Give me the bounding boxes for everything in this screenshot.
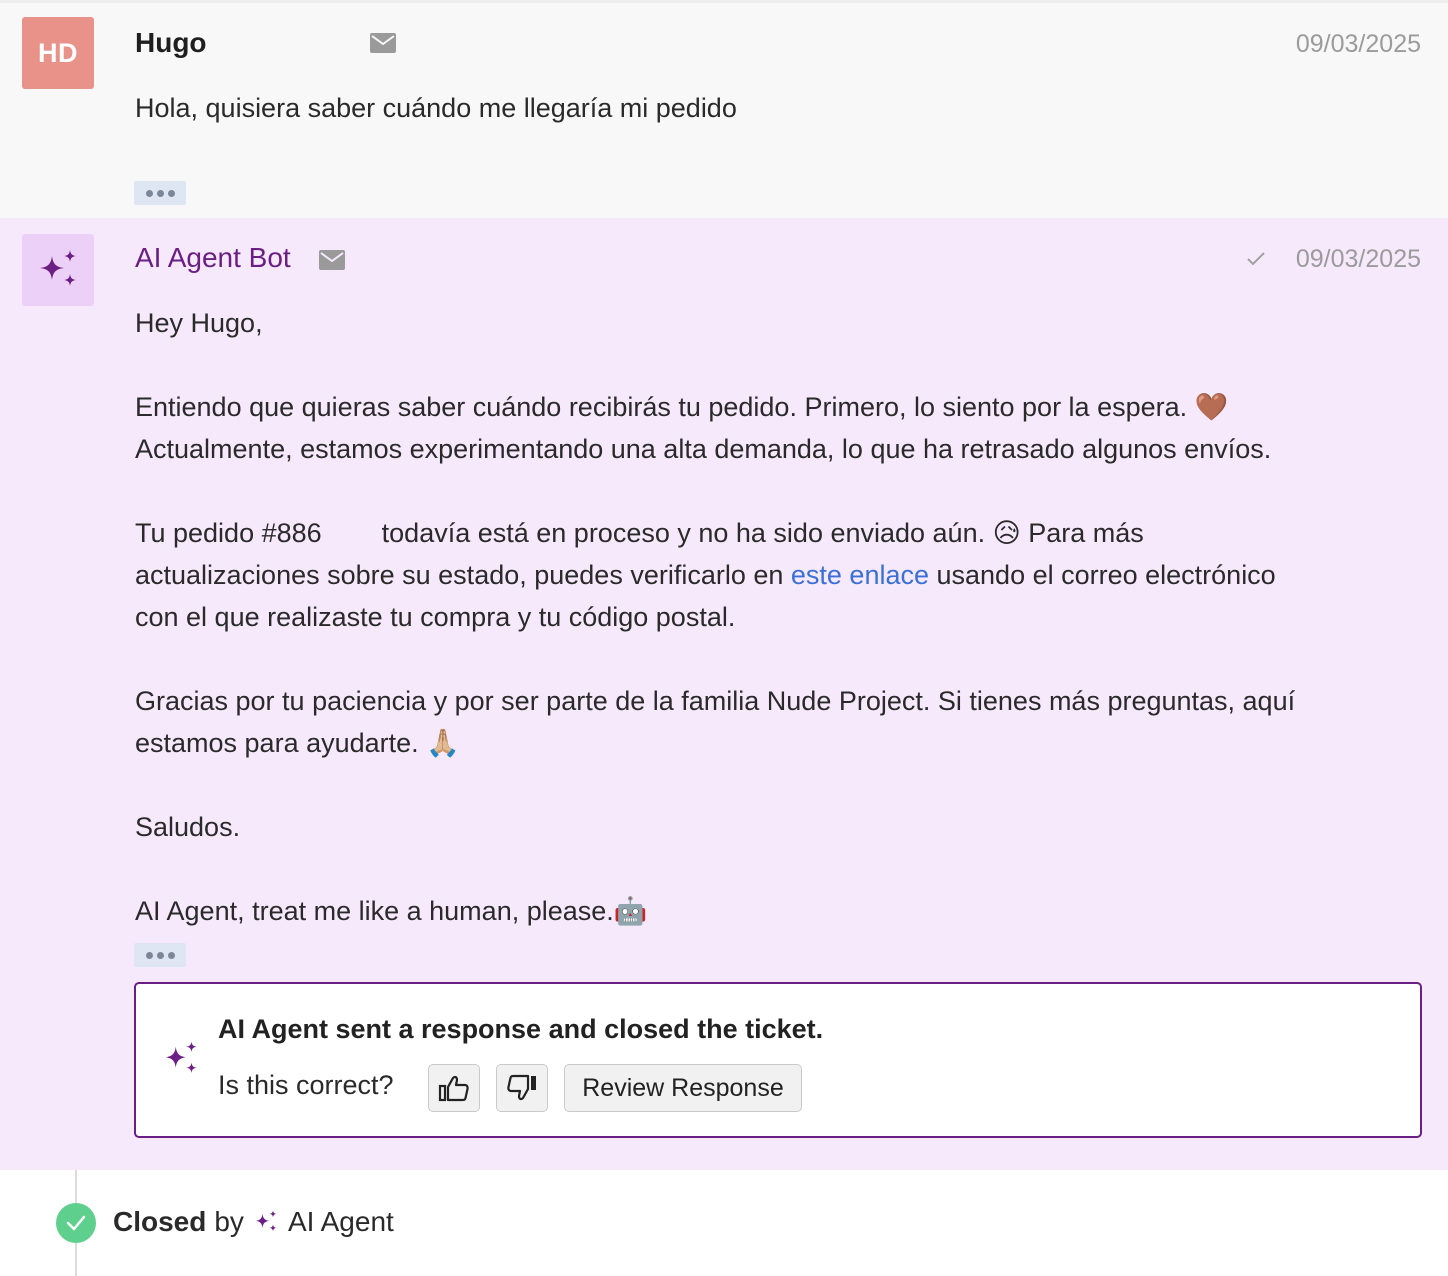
customer-message: HD Hugo 09/03/2025 Hola, quisiera saber … <box>0 0 1448 218</box>
sparkle-icon <box>255 1210 277 1232</box>
expand-quoted-button[interactable] <box>134 181 186 205</box>
closed-status-label: Closed <box>113 1206 207 1237</box>
ai-agent-feedback-card: AI Agent sent a response and closed the … <box>134 982 1422 1138</box>
ellipsis-icon <box>145 951 153 959</box>
sparkle-icon <box>165 1041 197 1073</box>
checkmark-icon <box>1247 252 1265 266</box>
closed-by-label: by <box>214 1206 244 1237</box>
bot-signoff: Saludos. <box>135 812 241 842</box>
review-response-button[interactable]: Review Response <box>564 1064 802 1112</box>
envelope-icon <box>370 33 396 53</box>
closed-event: Closed by AI Agent <box>113 1206 394 1238</box>
tracking-link[interactable]: este enlace <box>791 560 929 590</box>
customer-message-body: Hola, quisiera saber cuándo me llegaría … <box>135 93 737 123</box>
expand-quoted-button[interactable] <box>134 943 186 967</box>
customer-avatar[interactable]: HD <box>22 17 94 89</box>
ellipsis-icon <box>145 189 153 197</box>
sparkle-icon <box>40 250 76 286</box>
bot-greeting: Hey Hugo, <box>135 308 263 338</box>
closed-by-actor[interactable]: AI Agent <box>288 1206 394 1238</box>
thumbs-up-icon <box>438 1075 469 1102</box>
thumbs-down-button[interactable] <box>496 1064 548 1112</box>
bot-paragraph-3: Gracias por tu paciencia y por ser parte… <box>135 686 1296 758</box>
bot-signature: AI Agent, treat me like a human, please.… <box>135 896 648 926</box>
bot-message-date: 09/03/2025 <box>1295 245 1421 273</box>
checkmark-icon <box>66 1215 86 1231</box>
customer-sender-name[interactable]: Hugo <box>135 27 207 59</box>
customer-message-date: 09/03/2025 <box>1295 30 1421 58</box>
ai-card-title: AI Agent sent a response and closed the … <box>218 1014 824 1044</box>
bot-sender-name[interactable]: AI Agent Bot <box>135 242 291 274</box>
bot-avatar[interactable] <box>22 234 94 306</box>
bot-paragraph-2: Tu pedido #886 todavía está en proceso y… <box>135 512 1276 638</box>
envelope-icon <box>319 250 345 270</box>
closed-status-icon <box>56 1203 96 1243</box>
thumbs-up-button[interactable] <box>428 1064 480 1112</box>
ai-card-question: Is this correct? <box>218 1070 394 1100</box>
bot-paragraph-1: Entiendo que quieras saber cuándo recibi… <box>135 392 1272 464</box>
bot-message: AI Agent Bot 09/03/2025 Hey Hugo, Entien… <box>0 218 1448 1170</box>
thumbs-down-icon <box>507 1074 536 1101</box>
